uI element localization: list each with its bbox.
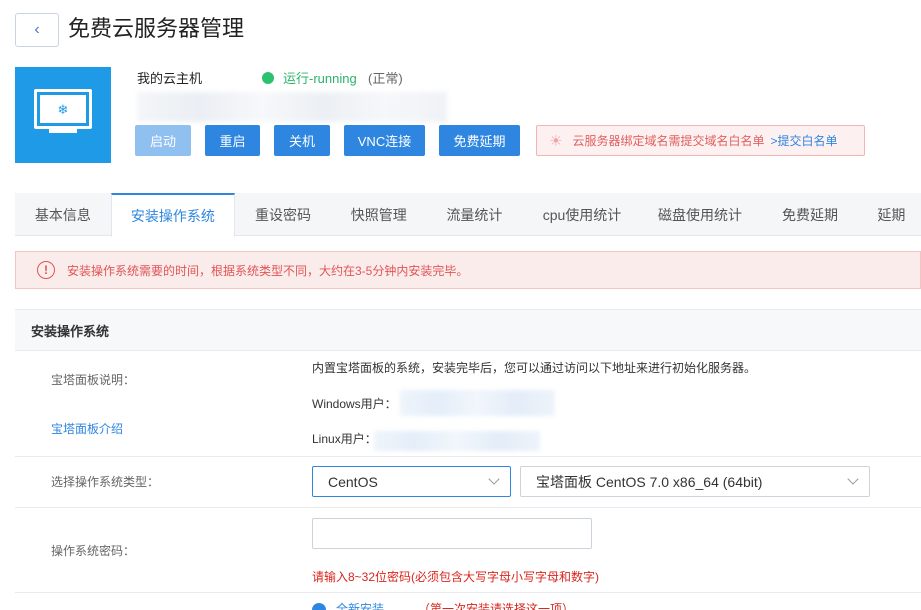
os-type-value: CentOS bbox=[328, 473, 378, 490]
panel-label: 宝塔面板说明： bbox=[51, 373, 136, 387]
fresh-install-note: （第一次安装请选择这一项） bbox=[418, 602, 575, 610]
divider bbox=[15, 507, 921, 508]
os-version-value: 宝塔面板 CentOS 7.0 x86_64 (64bit) bbox=[536, 473, 763, 490]
tab-disk-stats[interactable]: 磁盘使用统计 bbox=[642, 193, 758, 236]
windows-user-label: Windows用户： bbox=[312, 397, 397, 411]
restart-button[interactable]: 重启 bbox=[205, 125, 260, 156]
alert-text: 安装操作系统需要的时间，根据系统类型不同，大约在3-5分钟内安装完毕。 bbox=[67, 263, 469, 278]
tab-install-os[interactable]: 安装操作系统 bbox=[110, 193, 236, 237]
monitor-icon: ❄ bbox=[34, 89, 92, 129]
radio-selected-icon[interactable] bbox=[312, 603, 326, 610]
tab-reset-password[interactable]: 重设密码 bbox=[235, 193, 331, 236]
tab-basic-info[interactable]: 基本信息 bbox=[15, 193, 111, 236]
os-type-select[interactable]: CentOS bbox=[312, 466, 511, 497]
password-hint: 请输入8~32位密码(必须包含大写字母小写字母和数字) bbox=[312, 570, 600, 584]
install-time-alert: ! 安装操作系统需要的时间，根据系统类型不同，大约在3-5分钟内安装完毕。 bbox=[15, 251, 921, 289]
back-button[interactable]: ‹ bbox=[15, 13, 59, 47]
password-label: 操作系统密码： bbox=[51, 544, 136, 558]
fresh-install-option[interactable]: 全新安装 bbox=[336, 601, 384, 610]
redacted-windows-url bbox=[400, 390, 555, 416]
whitelist-notice: ☀ 云服务器绑定域名需提交域名白名单 >提交白名单 bbox=[536, 125, 865, 156]
password-input[interactable] bbox=[312, 518, 592, 549]
section-title: 安装操作系统 bbox=[15, 309, 921, 351]
panel-intro-link[interactable]: 宝塔面板介绍 bbox=[51, 421, 123, 437]
extend-button[interactable]: 免费延期 bbox=[439, 125, 520, 156]
redacted-linux-url bbox=[374, 431, 540, 451]
submit-whitelist-link[interactable]: >提交白名单 bbox=[770, 132, 837, 149]
status-text: 运行-running bbox=[283, 71, 357, 86]
tab-cpu-stats[interactable]: cpu使用统计 bbox=[522, 193, 641, 236]
divider bbox=[15, 456, 921, 457]
warning-circle-icon: ! bbox=[37, 261, 55, 279]
panel-description: 内置宝塔面板的系统，安装完毕后，您可以通过访问以下地址来进行初始化服务器。 bbox=[312, 361, 757, 375]
page-title: 免费云服务器管理 bbox=[68, 16, 245, 41]
chevron-down-icon bbox=[847, 473, 859, 485]
status-dot-icon bbox=[262, 72, 274, 84]
redacted-info bbox=[137, 92, 447, 122]
linux-user-label: Linux用户： bbox=[312, 432, 377, 446]
os-version-select[interactable]: 宝塔面板 CentOS 7.0 x86_64 (64bit) bbox=[520, 466, 870, 497]
tab-extend[interactable]: 延期 bbox=[862, 193, 921, 236]
status-note: (正常) bbox=[368, 71, 403, 86]
vnc-button[interactable]: VNC连接 bbox=[344, 125, 425, 156]
chevron-left-icon: ‹ bbox=[34, 21, 40, 38]
lightbulb-icon: ☀ bbox=[549, 132, 563, 150]
divider bbox=[15, 592, 921, 593]
shutdown-button[interactable]: 关机 bbox=[274, 125, 330, 156]
server-name: 我的云主机 bbox=[137, 71, 203, 86]
tab-bar: 基本信息 安装操作系统 重设密码 快照管理 流量统计 cpu使用统计 磁盘使用统… bbox=[15, 193, 921, 237]
os-type-label: 选择操作系统类型： bbox=[51, 475, 160, 489]
chevron-down-icon bbox=[488, 473, 500, 485]
tab-snapshots[interactable]: 快照管理 bbox=[331, 193, 427, 236]
tab-traffic-stats[interactable]: 流量统计 bbox=[427, 193, 523, 236]
tab-free-extend[interactable]: 免费延期 bbox=[758, 193, 862, 236]
start-button[interactable]: 启动 bbox=[135, 125, 191, 156]
snowflake-icon: ❄ bbox=[57, 101, 69, 117]
server-icon: ❄ bbox=[15, 67, 111, 163]
notice-text: 云服务器绑定域名需提交域名白名单 bbox=[572, 134, 765, 148]
